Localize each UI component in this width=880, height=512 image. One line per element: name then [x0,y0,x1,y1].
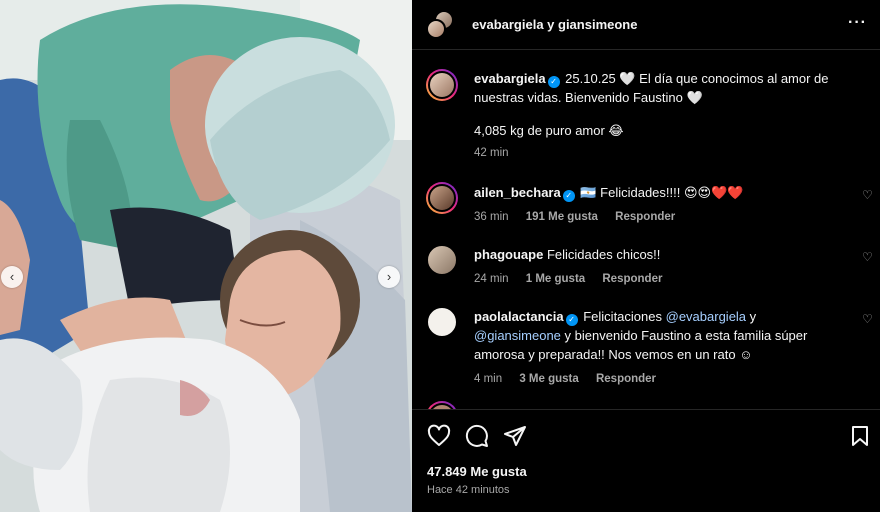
verified-icon: ✓ [547,76,560,88]
comment-username[interactable]: phagouape [474,247,543,262]
like-comment-icon[interactable]: ♡ [862,250,873,264]
collab-avatars[interactable] [426,10,456,40]
post-header: evabargiela y giansimeone ··· [412,0,880,50]
caption-time: 42 min [474,147,509,159]
comment-text: Felicidades chicos!! [546,247,661,262]
reply-button[interactable]: Responder [596,373,656,385]
comment-likes[interactable]: 3 Me gusta [519,373,578,385]
comment-time: 24 min [474,273,509,285]
comment-icon[interactable] [465,424,489,448]
post-photo[interactable]: ‹ › [0,0,412,512]
more-horizontal-icon[interactable]: ··· [848,14,867,32]
post-author-names[interactable]: evabargiela y giansimeone [472,17,637,32]
carousel-prev-button[interactable]: ‹ [1,266,23,288]
comment-username[interactable]: ailen_bechara [474,185,561,200]
comment-time: 36 min [474,211,509,223]
avatar[interactable] [426,306,458,338]
comment-likes[interactable]: 1 Me gusta [526,273,585,285]
avatar [426,19,446,39]
like-comment-icon[interactable]: ♡ [862,188,873,202]
comment-username[interactable]: paolalactancia [474,309,564,324]
post-time: Hace 42 minutos [427,484,510,496]
send-icon[interactable] [503,424,527,448]
heart-icon[interactable] [427,424,451,448]
comment-time: 4 min [474,373,503,385]
avatar[interactable] [426,69,458,101]
avatar[interactable] [426,244,458,276]
comments-list[interactable]: evabargiela ✓ 25.10.25 🤍 El día que conoc… [412,51,880,409]
hospital-birth-photo [0,0,412,512]
reply-button[interactable]: Responder [602,273,662,285]
verified-icon: ✓ [562,190,575,202]
comment-likes[interactable]: 191 Me gusta [526,211,598,223]
post-actions: 47.849 Me gusta Hace 42 minutos [412,409,880,512]
comment-text: 🇦🇷 Felicidades!!!! 😍😍❤️❤️ [580,185,744,200]
caption-username[interactable]: evabargiela [474,71,546,86]
likes-count[interactable]: 47.849 Me gusta [427,464,527,479]
avatar[interactable] [426,182,458,214]
avatar[interactable] [426,401,458,409]
caption-text-2: 4,085 kg de puro amor 😂 [474,123,624,138]
comment-text: y [749,309,757,324]
bookmark-icon[interactable] [848,424,872,448]
carousel-next-button[interactable]: › [378,266,400,288]
mention-link[interactable]: @evabargiela [666,309,746,324]
verified-icon: ✓ [565,314,578,326]
mention-link[interactable]: @giansimeone [474,328,561,343]
like-comment-icon[interactable]: ♡ [862,312,873,326]
comment-text: Felicitaciones [583,309,662,324]
post-side-panel: evabargiela y giansimeone ··· evabargiel… [412,0,880,512]
reply-button[interactable]: Responder [615,211,675,223]
